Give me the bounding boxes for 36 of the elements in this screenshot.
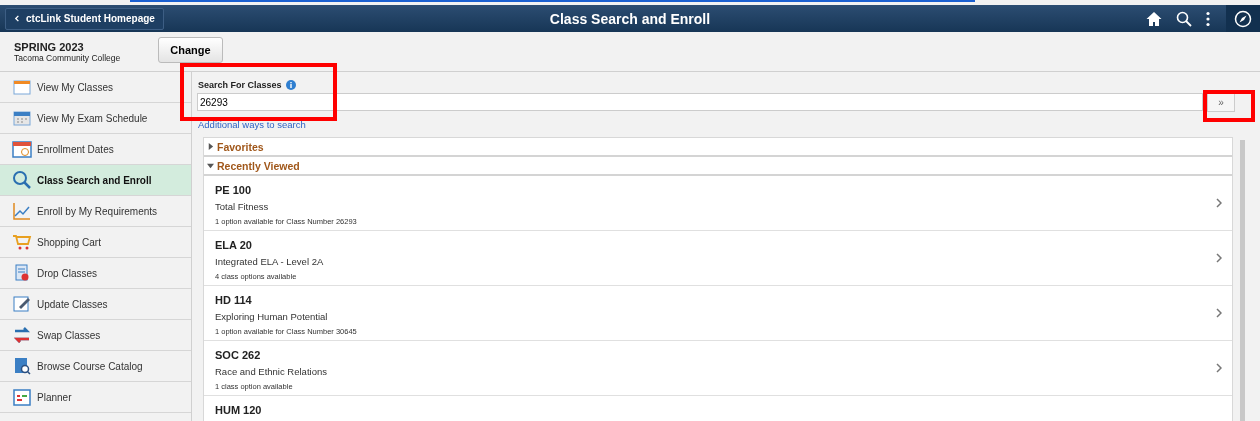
planner-icon xyxy=(12,387,32,407)
calendar-icon xyxy=(12,108,32,128)
change-button[interactable]: Change xyxy=(158,36,223,63)
chevron-right-icon xyxy=(1216,363,1222,373)
chevron-right-icon xyxy=(1216,308,1222,318)
calendar-icon xyxy=(12,77,32,97)
additional-search-link[interactable]: Additional ways to search xyxy=(198,119,306,130)
back-chevron-icon xyxy=(14,15,21,22)
edit-icon xyxy=(12,294,32,314)
highlight-frame xyxy=(1203,90,1255,122)
line-chart-icon xyxy=(12,201,32,221)
book-search-icon xyxy=(12,356,32,376)
section-header[interactable]: Favorites xyxy=(204,138,1232,157)
back-button[interactable]: ctcLink Student Homepage xyxy=(5,7,164,30)
info-icon[interactable] xyxy=(285,80,296,90)
page-title: Class Search and Enroll xyxy=(549,10,711,27)
term-name: SPRING 2023 xyxy=(14,40,85,53)
more-menu-icon[interactable] xyxy=(1206,10,1210,27)
caret-down-icon xyxy=(207,162,214,169)
search-button[interactable]: » xyxy=(1207,92,1235,112)
chevron-right-icon xyxy=(1216,198,1222,208)
section-header[interactable]: Recently Viewed xyxy=(204,157,1232,176)
calendar-clock-icon xyxy=(12,139,32,159)
caret-right-icon xyxy=(207,143,214,150)
chevron-right-icon xyxy=(1216,253,1222,263)
sidebar-item[interactable]: Class Search and Enroll xyxy=(0,165,191,196)
search-icon xyxy=(12,170,32,190)
course-row[interactable]: HUM 120 xyxy=(204,396,1232,421)
institution-name: Tacoma Community College xyxy=(14,52,121,63)
search-icon[interactable] xyxy=(1176,10,1192,27)
compass-icon[interactable] xyxy=(1234,9,1252,28)
search-field[interactable]: 26293 xyxy=(197,93,1203,111)
search-label: Search For Classes xyxy=(198,80,282,90)
swap-arrows-icon xyxy=(12,325,32,345)
home-icon[interactable] xyxy=(1146,10,1162,27)
cart-icon xyxy=(12,232,32,252)
